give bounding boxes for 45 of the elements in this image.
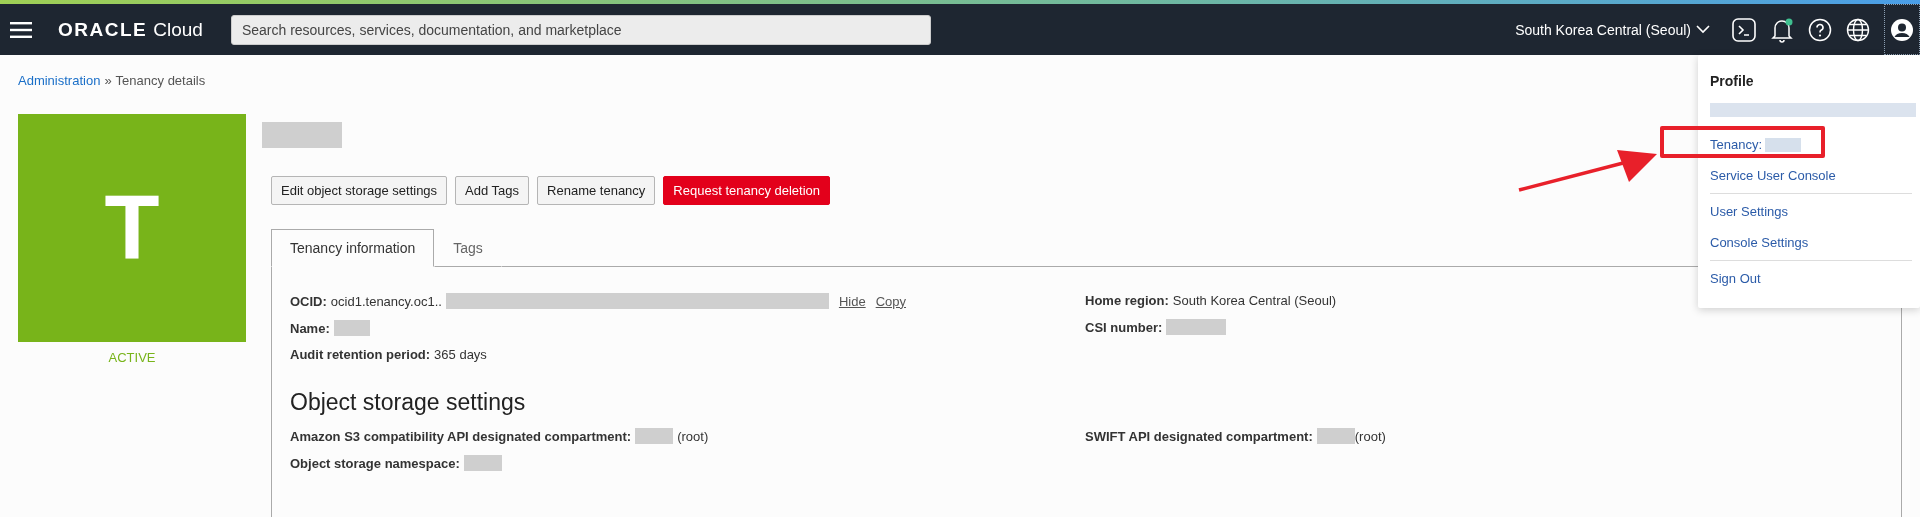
field-label: SWIFT API designated compartment: xyxy=(1085,428,1313,444)
field-value: ocid1.tenancy.oc1.. xyxy=(330,293,442,309)
menu-icon[interactable] xyxy=(10,21,32,38)
search-field[interactable]: Search resources, services, documentation, and marketplace xyxy=(230,14,931,45)
user-icon xyxy=(1890,17,1914,42)
breadcrumb-separator: » xyxy=(104,73,112,88)
help-icon[interactable] xyxy=(1808,17,1832,42)
tab[interactable]: Tags xyxy=(434,229,502,267)
tab[interactable]: Tenancy information xyxy=(271,229,435,267)
field-label: CSI number: xyxy=(1085,319,1163,335)
bell-icon[interactable] xyxy=(1770,16,1794,43)
brand-logo[interactable]: ORACLE xyxy=(58,18,148,41)
menu-item[interactable]: Sign Out xyxy=(1710,271,1761,286)
chevron-down-icon xyxy=(1696,25,1710,34)
region-selector[interactable]: South Korea Central (Seoul) xyxy=(1515,21,1710,38)
globe-icon[interactable] xyxy=(1846,17,1870,42)
action-button[interactable]: Edit object storage settings xyxy=(271,176,448,205)
field-label: Home region: xyxy=(1085,293,1169,308)
field-label: Amazon S3 compatibility API designated compartment: xyxy=(290,428,632,444)
tenancy-avatar: T xyxy=(18,114,246,342)
text-link[interactable]: Hide xyxy=(838,293,866,309)
action-button[interactable]: Rename tenancy xyxy=(537,176,656,205)
field-label: Object storage namespace: xyxy=(290,455,460,471)
field-value: (root) xyxy=(677,428,709,444)
menu-item[interactable]: Console Settings xyxy=(1710,235,1809,250)
status-label: ACTIVE xyxy=(108,350,156,365)
menu-title: Profile xyxy=(1710,73,1755,89)
product-name[interactable]: Cloud xyxy=(153,18,203,41)
menu-item[interactable]: Tenancy: xyxy=(1710,137,1763,152)
field-label: Audit retention period: xyxy=(290,347,431,362)
menu-item[interactable]: User Settings xyxy=(1710,204,1789,219)
field-label: OCID: xyxy=(290,293,327,309)
field-value: South Korea Central (Seoul) xyxy=(1172,293,1337,308)
terminal-icon[interactable] xyxy=(1732,17,1756,42)
field-label: Name: xyxy=(290,320,330,336)
breadcrumb-link[interactable]: Administration xyxy=(18,73,101,88)
field-value: (root) xyxy=(1354,428,1386,444)
section-heading: Object storage settings xyxy=(290,389,527,416)
text-link[interactable]: Copy xyxy=(875,293,906,309)
delete-button[interactable]: Request tenancy deletion xyxy=(663,176,831,205)
breadcrumb-current: Tenancy details xyxy=(115,73,206,88)
field-value: 365 days xyxy=(434,347,487,362)
profile-button[interactable] xyxy=(1884,4,1920,55)
action-button[interactable]: Add Tags xyxy=(455,176,530,205)
menu-item[interactable]: Service User Console xyxy=(1710,168,1836,183)
